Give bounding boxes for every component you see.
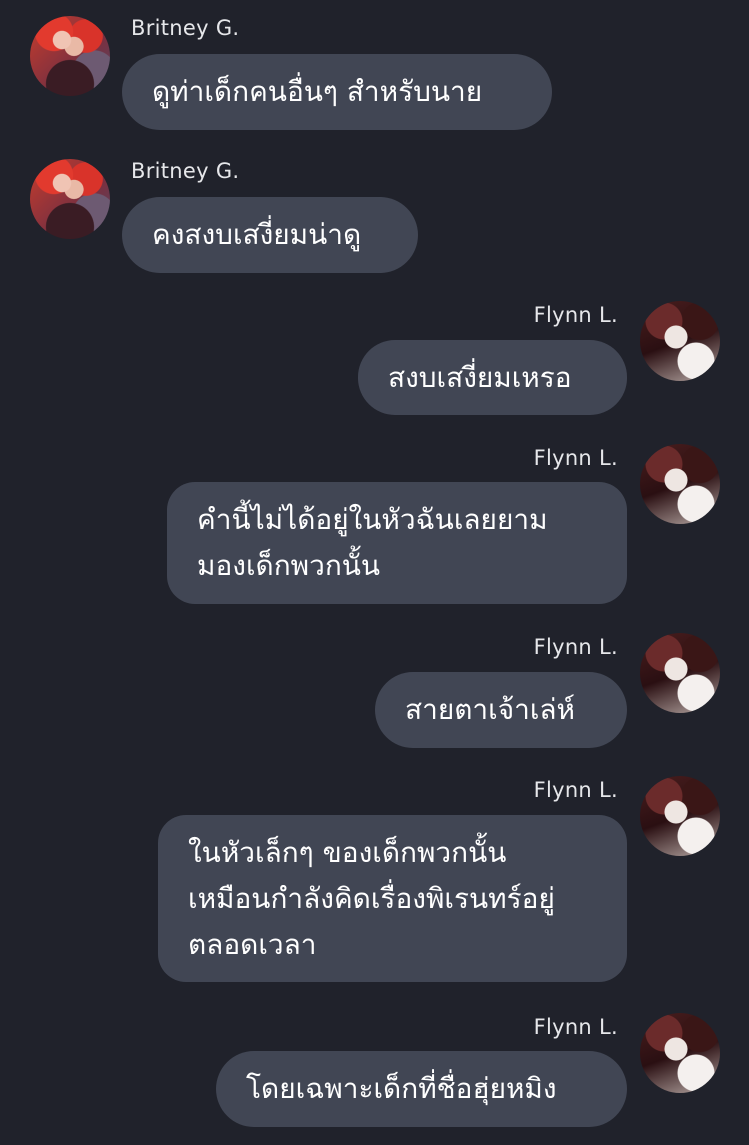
message-bubble[interactable]: ดูท่าเด็กคนอื่นๆ สำหรับนาย <box>122 54 552 130</box>
message-bubble[interactable]: คงสงบเสงี่ยมน่าดู <box>122 197 418 273</box>
sender-name: Flynn L. <box>533 446 618 470</box>
avatar-flynn[interactable] <box>640 444 720 524</box>
message-bubble[interactable]: โดยเฉพาะเด็กที่ชื่อฮุ่ยหมิง <box>216 1051 627 1127</box>
avatar-britney[interactable] <box>30 159 110 239</box>
avatar-flynn[interactable] <box>640 633 720 713</box>
message-bubble[interactable]: สงบเสงี่ยมเหรอ <box>358 340 627 415</box>
sender-name: Flynn L. <box>533 303 618 327</box>
message-bubble[interactable]: ในหัวเล็กๆ ของเด็กพวกนั้น เหมือนกำลังคิด… <box>158 815 627 982</box>
avatar-flynn[interactable] <box>640 1013 720 1093</box>
message-bubble[interactable]: สายตาเจ้าเล่ห์ <box>375 672 627 748</box>
avatar-flynn[interactable] <box>640 301 720 381</box>
sender-name: Flynn L. <box>533 1015 618 1039</box>
avatar-britney[interactable] <box>30 16 110 96</box>
sender-name: Britney G. <box>131 159 240 183</box>
message-bubble[interactable]: คำนี้ไม่ได้อยู่ในหัวฉันเลยยาม มองเด็กพวก… <box>167 482 627 604</box>
sender-name: Flynn L. <box>533 635 618 659</box>
sender-name: Britney G. <box>131 16 240 40</box>
avatar-flynn[interactable] <box>640 776 720 856</box>
sender-name: Flynn L. <box>533 778 618 802</box>
